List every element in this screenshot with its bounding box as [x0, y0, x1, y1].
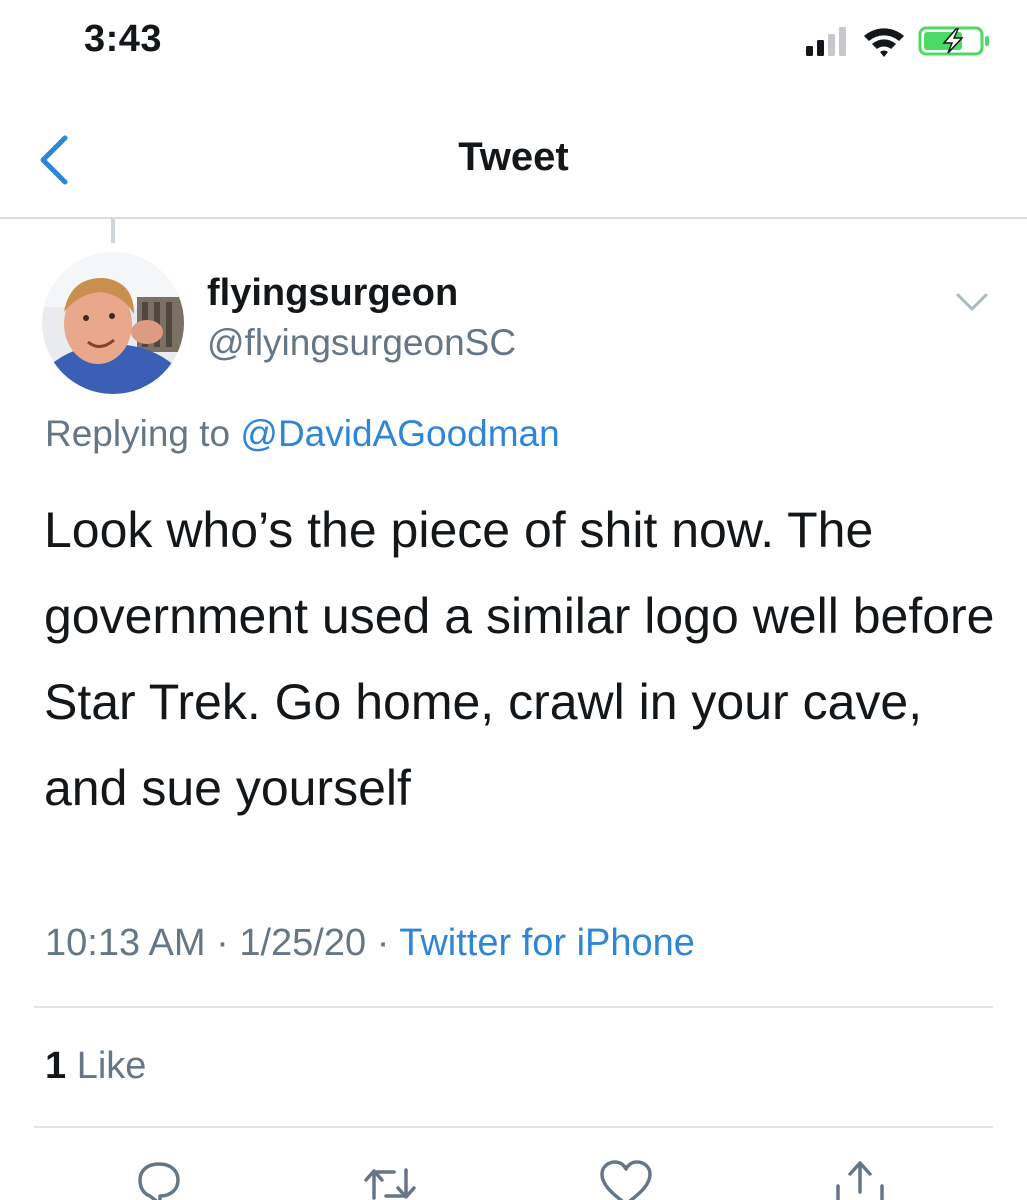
share-icon [836, 1161, 884, 1200]
tweet-metadata: 10:13 AM · 1/25/20 · Twitter for iPhone [45, 922, 695, 965]
replying-to-line: Replying to @DavidAGoodman [45, 413, 560, 455]
reply-icon [138, 1162, 180, 1200]
tweet-date: 1/25/20 [239, 922, 367, 964]
nav-divider [0, 217, 1027, 219]
tweet-text: Look who’s the piece of shit now. The go… [44, 502, 995, 816]
wifi-icon [864, 28, 904, 57]
page-title: Tweet [458, 135, 569, 179]
meta-separator: · [216, 922, 229, 964]
cellular-signal-icon [806, 27, 846, 56]
replying-to-mention[interactable]: @DavidAGoodman [240, 413, 559, 454]
status-time: 3:43 [84, 18, 163, 60]
retweet-icon [364, 1168, 416, 1200]
replying-to-label: Replying to [45, 413, 231, 454]
likes-count-link[interactable]: 1 Like [45, 1045, 146, 1088]
tweet-source-link[interactable]: Twitter for iPhone [399, 922, 695, 964]
battery-charging-icon [918, 26, 989, 56]
share-button[interactable] [830, 1158, 890, 1200]
tweet-detail-screen: 3:43 Tweet flyingsurgeon @flyingsurgeonS… [0, 0, 1027, 1200]
stats-divider [34, 1126, 993, 1128]
like-button[interactable] [598, 1158, 658, 1200]
display-name[interactable]: flyingsurgeon [207, 272, 458, 315]
heart-icon [600, 1160, 652, 1200]
meta-separator: · [376, 922, 390, 964]
tweet-options-button[interactable] [950, 285, 994, 319]
like-count: 1 [45, 1045, 67, 1087]
tweet-time: 10:13 AM [45, 922, 206, 964]
user-handle: @flyingsurgeonSC [207, 322, 517, 363]
avatar[interactable] [42, 252, 184, 394]
like-label: Like [76, 1045, 147, 1087]
reply-button[interactable] [134, 1158, 194, 1200]
meta-divider [34, 1006, 993, 1008]
thread-connector-line [111, 219, 115, 243]
retweet-button[interactable] [360, 1158, 420, 1200]
chevron-down-icon [956, 293, 988, 311]
